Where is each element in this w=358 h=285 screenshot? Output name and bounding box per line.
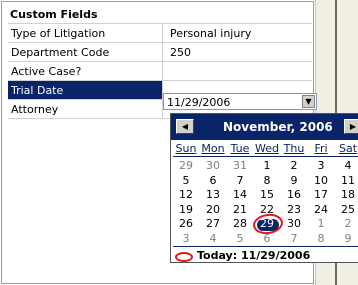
weekday-header: Thu xyxy=(283,142,305,155)
calendar-day[interactable]: 17 xyxy=(307,188,335,201)
weekday-header: Mon xyxy=(201,142,225,155)
calendar-day[interactable]: 11 xyxy=(334,174,358,187)
calendar-day[interactable]: 12 xyxy=(172,188,200,201)
calendar-day[interactable]: 7 xyxy=(226,174,254,187)
calendar-day-other-month[interactable]: 29 xyxy=(172,159,200,172)
today-circle-icon xyxy=(175,252,193,262)
trial-date-combo[interactable]: 11/29/2006 ▼ xyxy=(163,93,317,110)
field-label: Trial Date xyxy=(8,81,163,99)
calendar-day-other-month[interactable]: 1 xyxy=(307,217,335,230)
calendar-day[interactable]: 24 xyxy=(307,203,335,216)
calendar-day[interactable]: 8 xyxy=(253,174,281,187)
calendar-day[interactable]: 2 xyxy=(280,159,308,172)
field-label: Department Code xyxy=(8,43,163,61)
calendar-day[interactable]: 16 xyxy=(280,188,308,201)
today-label: Today: 11/29/2006 xyxy=(197,249,311,262)
calendar-day[interactable]: 28 xyxy=(226,217,254,230)
weekday-header: Sun xyxy=(175,142,197,155)
calendar-day-other-month[interactable]: 30 xyxy=(199,159,227,172)
weekday-header: Tue xyxy=(230,142,250,155)
calendar-day-other-month[interactable]: 8 xyxy=(307,232,335,245)
calendar-header: ◀ November, 2006 ▶ xyxy=(171,114,358,140)
field-value[interactable]: 250 xyxy=(163,43,312,61)
calendar-day-other-month[interactable]: 31 xyxy=(226,159,254,172)
calendar-day-other-month[interactable]: 4 xyxy=(199,232,227,245)
weekday-header: Wed xyxy=(255,142,279,155)
today-divider xyxy=(173,246,358,247)
calendar-day[interactable]: 10 xyxy=(307,174,335,187)
calendar-day[interactable]: 30 xyxy=(280,217,308,230)
calendar-day[interactable]: 25 xyxy=(334,203,358,216)
calendar-day[interactable]: 6 xyxy=(199,174,227,187)
calendar-month-label: November, 2006 xyxy=(223,120,333,134)
panel-title: Custom Fields xyxy=(10,8,98,21)
calendar-day-other-month[interactable]: 3 xyxy=(172,232,200,245)
calendar-day[interactable]: 29 xyxy=(253,217,281,230)
field-value[interactable] xyxy=(163,62,312,80)
calendar-day[interactable]: 5 xyxy=(172,174,200,187)
calendar-day-other-month[interactable]: 6 xyxy=(253,232,281,245)
weekday-header: Fri xyxy=(314,142,328,155)
calendar-day-other-month[interactable]: 7 xyxy=(280,232,308,245)
weekday-divider xyxy=(173,156,358,157)
calendar-day-other-month[interactable]: 9 xyxy=(334,232,358,245)
calendar-day[interactable]: 26 xyxy=(172,217,200,230)
calendar-day-other-month[interactable]: 2 xyxy=(334,217,358,230)
calendar-day[interactable]: 13 xyxy=(199,188,227,201)
row-department-code[interactable]: Department Code 250 xyxy=(8,43,312,62)
calendar-day[interactable]: 3 xyxy=(307,159,335,172)
calendar-day[interactable]: 4 xyxy=(334,159,358,172)
calendar-day[interactable]: 14 xyxy=(226,188,254,201)
calendar-day[interactable]: 18 xyxy=(334,188,358,201)
field-label: Type of Litigation xyxy=(8,24,163,42)
calendar-day[interactable]: 19 xyxy=(172,203,200,216)
calendar-day[interactable]: 9 xyxy=(280,174,308,187)
chevron-down-icon[interactable]: ▼ xyxy=(302,95,315,108)
row-active-case[interactable]: Active Case? xyxy=(8,62,312,81)
trial-date-value: 11/29/2006 xyxy=(167,96,231,109)
calendar-day[interactable]: 27 xyxy=(199,217,227,230)
weekday-header: Sat xyxy=(338,142,358,155)
field-label: Active Case? xyxy=(8,62,163,80)
calendar-dropdown: ◀ November, 2006 ▶ Sun Mon Tue Wed Thu Fri Sat… xyxy=(170,113,358,263)
calendar-day[interactable]: 15 xyxy=(253,188,281,201)
field-label: Attorney xyxy=(8,100,163,118)
calendar-day-other-month[interactable]: 5 xyxy=(226,232,254,245)
field-value[interactable]: Personal injury xyxy=(163,24,312,42)
triangle-right-icon[interactable]: ▶ xyxy=(344,119,358,134)
calendar-day[interactable]: 21 xyxy=(226,203,254,216)
calendar-day[interactable]: 22 xyxy=(253,203,281,216)
calendar-day[interactable]: 20 xyxy=(199,203,227,216)
calendar-day[interactable]: 23 xyxy=(280,203,308,216)
row-type-of-litigation[interactable]: Type of Litigation Personal injury xyxy=(8,24,312,43)
triangle-left-icon[interactable]: ◀ xyxy=(176,119,194,134)
grid-header: Custom Fields xyxy=(8,6,312,24)
calendar-day[interactable]: 1 xyxy=(253,159,281,172)
custom-fields-window: Custom Fields Type of Litigation Persona… xyxy=(0,0,358,285)
